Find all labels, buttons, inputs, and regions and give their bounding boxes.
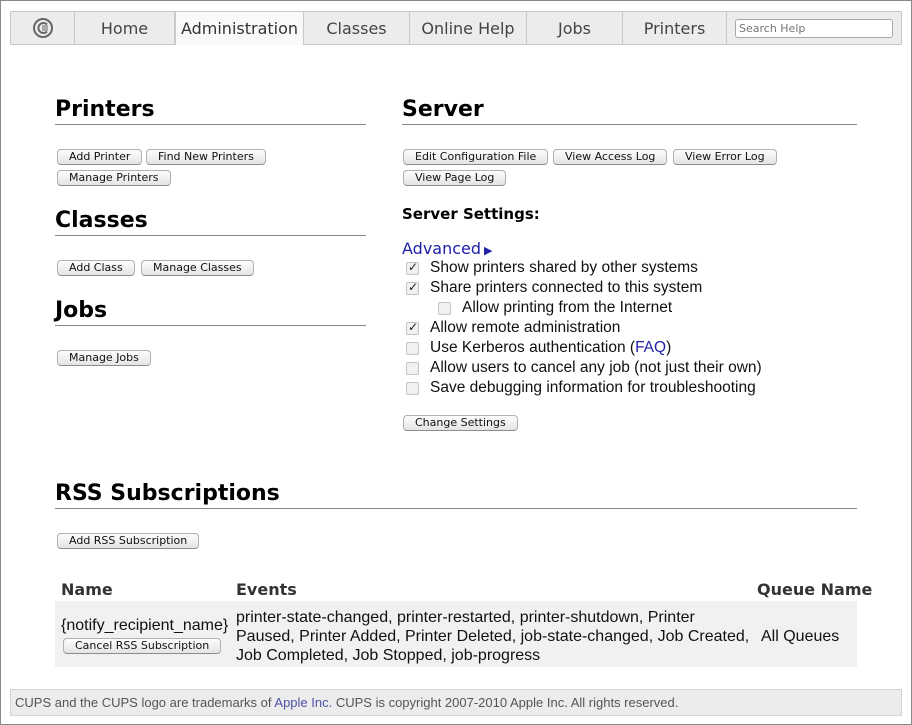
footer-text-end: CUPS is copyright 2007-2010 Apple Inc. A… [332, 695, 679, 710]
add-rss-subscription-button[interactable]: Add RSS Subscription [57, 533, 200, 549]
manage-printers-button[interactable]: Manage Printers [57, 170, 171, 186]
cancel-any-job-checkbox[interactable] [406, 361, 419, 375]
classes-heading: Classes [55, 208, 366, 236]
printers-heading: Printers [55, 97, 366, 125]
kerberos-label-close: ) [666, 339, 672, 356]
top-nav: Home Administration Classes Online Help … [10, 11, 902, 45]
view-page-log-button[interactable]: View Page Log [403, 170, 507, 186]
events-line-1: printer-state-changed, printer-restarted… [236, 609, 695, 626]
option-share-printers: Share printers connected to this system [406, 279, 702, 297]
allow-internet-checkbox[interactable] [438, 301, 451, 315]
find-new-printers-button[interactable]: Find New Printers [146, 149, 266, 165]
view-access-log-button[interactable]: View Access Log [553, 149, 668, 165]
edit-configuration-file-button[interactable]: Edit Configuration File [403, 149, 549, 165]
server-settings-title: Server Settings: [402, 205, 540, 223]
option-cancel-any-job: Allow users to cancel any job (not just … [406, 359, 762, 377]
column-header-queue-name: Queue Name [757, 580, 873, 599]
column-header-events: Events [236, 580, 297, 599]
tab-home[interactable]: Home [75, 12, 175, 44]
cancel-rss-subscription-button[interactable]: Cancel RSS Subscription [63, 638, 222, 654]
footer: CUPS and the CUPS logo are trademarks of… [10, 689, 902, 716]
manage-classes-button[interactable]: Manage Classes [141, 260, 254, 276]
remote-admin-checkbox[interactable] [406, 320, 419, 335]
search-container [727, 12, 901, 44]
debug-logging-label: Save debugging information for troublesh… [430, 379, 756, 396]
allow-internet-label: Allow printing from the Internet [462, 299, 673, 316]
option-remote-admin: Allow remote administration [406, 319, 620, 337]
rss-subscriptions-heading: RSS Subscriptions [55, 481, 857, 509]
search-input[interactable] [735, 18, 893, 38]
footer-text-start: CUPS and the CUPS logo are trademarks of [15, 695, 275, 710]
option-allow-internet: Allow printing from the Internet [438, 299, 672, 317]
add-class-button[interactable]: Add Class [57, 260, 135, 276]
tab-administration[interactable]: Administration [175, 12, 304, 45]
kerberos-checkbox[interactable] [406, 341, 419, 355]
debug-logging-checkbox[interactable] [406, 381, 419, 395]
option-kerberos: Use Kerberos authentication (FAQ) [406, 339, 671, 357]
jobs-heading: Jobs [55, 298, 366, 326]
share-printers-checkbox[interactable] [406, 280, 419, 295]
events-line-2: Paused, Printer Added, Printer Deleted, … [236, 628, 750, 645]
faq-link[interactable]: FAQ [635, 339, 666, 356]
kerberos-label-text: Use Kerberos authentication ( [430, 339, 636, 356]
column-header-name: Name [61, 580, 113, 599]
advanced-label[interactable]: Advanced [402, 239, 481, 258]
option-debug-logging: Save debugging information for troublesh… [406, 379, 756, 397]
events-line-3: Job Completed, Job Stopped, job-progress [236, 647, 541, 664]
advanced-toggle[interactable]: Advanced ▶ [402, 239, 493, 258]
add-printer-button[interactable]: Add Printer [57, 149, 143, 165]
server-heading: Server [402, 97, 857, 125]
option-show-shared-printers: Show printers shared by other systems [406, 259, 698, 277]
manage-jobs-button[interactable]: Manage Jobs [57, 350, 151, 366]
tab-online-help[interactable]: Online Help [410, 12, 527, 44]
subscription-name-link[interactable]: {notify_recipient_name} [61, 616, 228, 635]
tab-jobs[interactable]: Jobs [527, 12, 623, 44]
table-row: {notify_recipient_name} Cancel RSS Subsc… [55, 601, 857, 667]
tab-printers[interactable]: Printers [623, 12, 727, 44]
cancel-any-job-label: Allow users to cancel any job (not just … [430, 359, 762, 376]
tab-classes[interactable]: Classes [304, 12, 410, 44]
show-shared-printers-label: Show printers shared by other systems [430, 259, 698, 276]
queue-name-cell: All Queues [761, 628, 840, 645]
view-error-log-button[interactable]: View Error Log [673, 149, 777, 165]
show-shared-printers-checkbox[interactable] [406, 260, 419, 275]
cups-logo-icon[interactable] [11, 12, 75, 44]
apple-inc-link[interactable]: Apple Inc. [274, 695, 332, 710]
triangle-right-icon[interactable]: ▶ [484, 244, 492, 257]
kerberos-label: Use Kerberos authentication (FAQ) [430, 339, 671, 357]
change-settings-button[interactable]: Change Settings [403, 415, 518, 431]
remote-admin-label: Allow remote administration [430, 319, 621, 336]
share-printers-label: Share printers connected to this system [430, 279, 703, 296]
